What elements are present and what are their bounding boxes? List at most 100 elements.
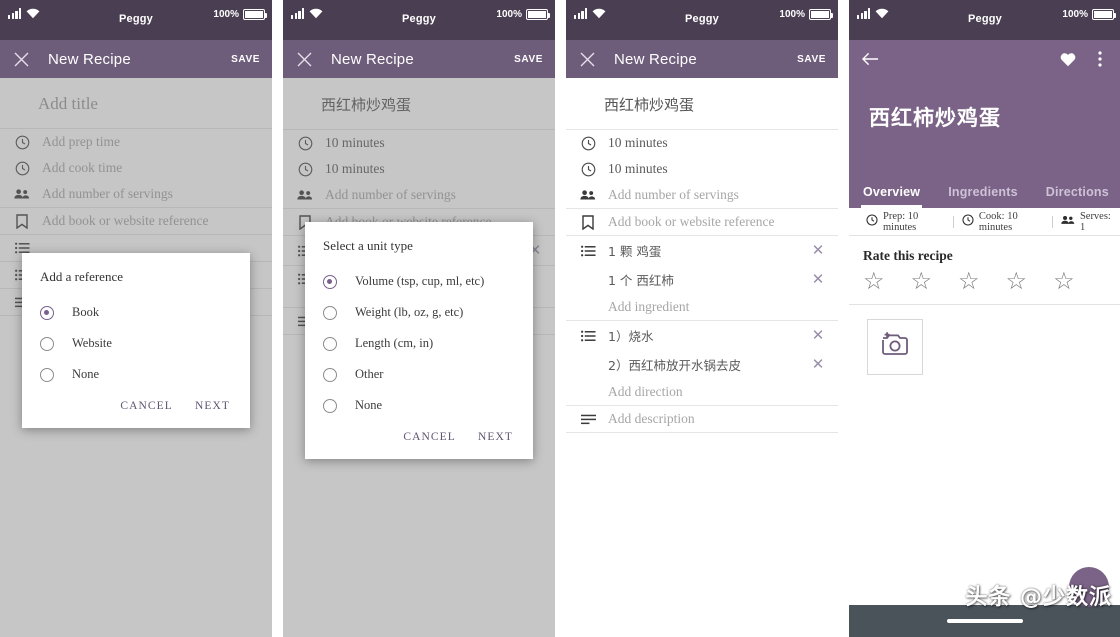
phone-panel-3: Peggy 100% New Recipe SAVE 西红柿炒鸡蛋 10 min… <box>566 0 838 637</box>
radio-option-other[interactable]: Other <box>323 359 515 390</box>
description-row[interactable]: Add description <box>566 406 838 432</box>
star-3[interactable]: ☆ <box>958 270 980 294</box>
radio-option-book[interactable]: Book <box>40 297 232 328</box>
direction-item-row[interactable]: 2）西红柿放开水锅去皮 ✕ <box>566 350 838 379</box>
tab-ingredients[interactable]: Ingredients <box>948 185 1030 208</box>
description-text: Add description <box>608 411 695 426</box>
radio-button[interactable] <box>323 398 337 413</box>
next-button[interactable]: NEXT <box>478 431 513 443</box>
time-section-3: 10 minutes 10 minutes Add number of serv… <box>566 130 838 209</box>
close-icon[interactable] <box>12 50 30 68</box>
watermark-text: 头条 @少数派 <box>965 585 1112 610</box>
radio-button[interactable] <box>323 305 337 320</box>
battery-icon <box>526 9 550 20</box>
phone-panel-2: Peggy 100% New Recipe SAVE 西红柿炒鸡蛋 10 min… <box>283 0 555 637</box>
add-direction-text: Add direction <box>608 384 683 399</box>
radio-label: None <box>72 367 100 381</box>
app-bar-3: New Recipe SAVE <box>566 40 838 78</box>
star-5[interactable]: ☆ <box>1053 270 1075 294</box>
radio-button[interactable] <box>323 336 337 351</box>
status-bar-1: Peggy 100% <box>0 0 272 40</box>
dialog-actions: CANCEL NEXT <box>40 390 232 420</box>
status-right-icons: 100% <box>496 9 550 20</box>
add-photo-icon <box>880 331 910 363</box>
remove-icon[interactable]: ✕ <box>810 270 826 289</box>
radio-button-selected[interactable] <box>40 305 54 320</box>
radio-button[interactable] <box>40 336 54 351</box>
direction-text: 2）西红柿放开水锅去皮 <box>608 358 741 373</box>
recipe-form-3: 西红柿炒鸡蛋 10 minutes 10 minutes Add number … <box>566 78 838 637</box>
status-right-icons: 100% <box>1062 9 1116 20</box>
close-icon[interactable] <box>295 50 313 68</box>
servings-row[interactable]: Add number of servings <box>566 182 838 208</box>
radio-button[interactable] <box>40 367 54 382</box>
cook-time-row[interactable]: 10 minutes <box>566 156 838 182</box>
ingredient-text: 1 个 西红柿 <box>608 273 674 288</box>
add-ingredient-row[interactable]: Add ingredient <box>566 294 838 320</box>
rating-stars[interactable]: ☆ ☆ ☆ ☆ ☆ <box>849 264 1120 305</box>
radio-option-none[interactable]: None <box>40 359 232 390</box>
more-vertical-icon[interactable] <box>1091 50 1109 68</box>
star-2[interactable]: ☆ <box>911 270 933 294</box>
panel-gap <box>838 0 849 637</box>
radio-option-none[interactable]: None <box>323 390 515 421</box>
save-button[interactable]: SAVE <box>514 54 543 65</box>
remove-icon[interactable]: ✕ <box>810 241 826 260</box>
people-icon <box>1061 215 1075 228</box>
cancel-button[interactable]: CANCEL <box>403 431 456 443</box>
back-arrow-icon[interactable] <box>861 50 879 68</box>
ingredient-item-row[interactable]: 1 颗 鸡蛋 ✕ <box>566 236 838 265</box>
next-button[interactable]: NEXT <box>195 400 230 412</box>
servings-text: Add number of servings <box>608 187 739 202</box>
app-bar-title: New Recipe <box>48 50 131 68</box>
reference-row[interactable]: Add book or website reference <box>566 209 838 235</box>
add-reference-dialog: Add a reference Book Website None CANCEL… <box>22 253 250 428</box>
star-4[interactable]: ☆ <box>1006 270 1028 294</box>
meta-serves: Serves: 1 <box>1051 210 1120 233</box>
app-bar-4 <box>849 40 1120 78</box>
add-photo-button[interactable] <box>867 319 923 375</box>
radio-option-length[interactable]: Length (cm, in) <box>323 328 515 359</box>
save-button[interactable]: SAVE <box>231 54 260 65</box>
ingredient-text: 1 颗 鸡蛋 <box>608 244 662 259</box>
radio-label: Book <box>72 305 100 319</box>
recipe-form-1: Add title Add prep time Add cook time Ad… <box>0 78 272 637</box>
battery-icon <box>809 9 833 20</box>
prep-time-text: 10 minutes <box>608 135 668 150</box>
dialog-title: Add a reference <box>40 269 123 284</box>
radio-label: None <box>355 398 383 412</box>
meta-cook-text: Cook: 10 minutes <box>978 210 1018 233</box>
remove-icon[interactable]: ✕ <box>810 355 826 374</box>
close-icon[interactable] <box>578 50 596 68</box>
select-unit-type-dialog: Select a unit type Volume (tsp, cup, ml,… <box>305 222 533 459</box>
star-1[interactable]: ☆ <box>863 270 885 294</box>
cancel-button[interactable]: CANCEL <box>120 400 173 412</box>
recipe-form-2: 西红柿炒鸡蛋 10 minutes 10 minutes Add number … <box>283 78 555 637</box>
radio-option-weight[interactable]: Weight (lb, oz, g, etc) <box>323 297 515 328</box>
people-icon <box>578 189 598 201</box>
tab-directions[interactable]: Directions <box>1046 185 1120 208</box>
bookmark-icon <box>578 214 598 230</box>
remove-icon[interactable]: ✕ <box>810 326 826 345</box>
meta-serves-text: Serves: 1 <box>1079 210 1111 233</box>
battery-percent: 100% <box>496 9 522 20</box>
save-button[interactable]: SAVE <box>797 54 826 65</box>
direction-item-row[interactable]: 1）烧水 ✕ <box>566 321 838 350</box>
title-input-3[interactable]: 西红柿炒鸡蛋 <box>566 78 838 130</box>
add-direction-row[interactable]: Add direction <box>566 379 838 405</box>
app-bar-title: New Recipe <box>331 50 414 68</box>
radio-button[interactable] <box>323 367 337 382</box>
prep-time-row[interactable]: 10 minutes <box>566 130 838 156</box>
tab-overview[interactable]: Overview <box>860 185 932 208</box>
radio-option-volume[interactable]: Volume (tsp, cup, ml, etc) <box>323 266 515 297</box>
home-indicator[interactable] <box>947 619 1023 623</box>
heart-icon[interactable] <box>1059 50 1077 68</box>
add-ingredient-text: Add ingredient <box>608 299 690 314</box>
radio-option-website[interactable]: Website <box>40 328 232 359</box>
radio-button-selected[interactable] <box>323 274 337 289</box>
description-section-3: Add description <box>566 406 838 433</box>
panel-gap <box>555 0 566 637</box>
radio-label: Weight (lb, oz, g, etc) <box>355 305 464 319</box>
ingredient-item-row[interactable]: 1 个 西红柿 ✕ <box>566 265 838 294</box>
radio-label: Website <box>72 336 112 350</box>
